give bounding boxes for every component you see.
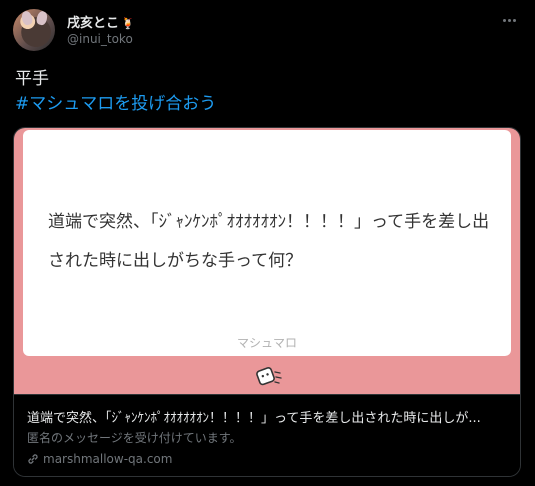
card-description: 匿名のメッセージを受け付けています。 xyxy=(27,431,242,445)
card-image[interactable]: 道端で突然、「ｼﾞｬﾝｹﾝﾎﾟｵｵｵｵｵｵﾝ！！！！」って手を差し出された時に出… xyxy=(14,128,520,394)
card-domain: marshmallow-qa.com xyxy=(27,452,172,466)
question-text: 道端で突然、「ｼﾞｬﾝｹﾝﾎﾟｵｵｵｵｵｵﾝ！！！！」って手を差し出された時に出… xyxy=(48,212,490,271)
display-name[interactable]: 戌亥とこ 🍹 xyxy=(67,12,135,31)
more-dot-icon xyxy=(502,18,506,22)
user-handle[interactable]: @inui_toko xyxy=(67,32,133,46)
marshmallow-icon xyxy=(256,367,282,386)
hashtag-link[interactable]: #マシュマロを投げ合おう xyxy=(15,92,216,117)
tweet-text: 平手 #マシュマロを投げ合おう xyxy=(15,67,216,117)
more-options-button[interactable] xyxy=(499,12,519,28)
drink-icon: 🍹 xyxy=(121,17,135,30)
card-title: 道端で突然、「ｼﾞｬﾝｹﾝﾎﾟｵｵｵｵｵｵﾝ！！！！」って手を差し出された時に出… xyxy=(27,411,481,426)
display-name-text: 戌亥とこ xyxy=(67,16,120,31)
tweet-body: 平手 xyxy=(15,69,49,89)
card-domain-text: marshmallow-qa.com xyxy=(43,452,173,466)
question-box: 道端で突然、「ｼﾞｬﾝｹﾝﾎﾟｵｵｵｵｵｵﾝ！！！！」って手を差し出された時に出… xyxy=(23,130,511,356)
avatar-ear xyxy=(35,9,49,27)
more-dot-icon xyxy=(507,18,511,22)
avatar[interactable] xyxy=(13,9,55,51)
link-icon xyxy=(28,454,38,464)
more-dot-icon xyxy=(512,18,516,22)
avatar-ear xyxy=(20,9,34,27)
card-info[interactable]: 道端で突然、「ｼﾞｬﾝｹﾝﾎﾟｵｵｵｵｵｵﾝ！！！！」って手を差し出された時に出… xyxy=(14,394,520,476)
link-card[interactable]: 道端で突然、「ｼﾞｬﾝｹﾝﾎﾟｵｵｵｵｵｵﾝ！！！！」って手を差し出された時に出… xyxy=(13,127,521,477)
brand-label: マシュマロ xyxy=(236,336,297,350)
